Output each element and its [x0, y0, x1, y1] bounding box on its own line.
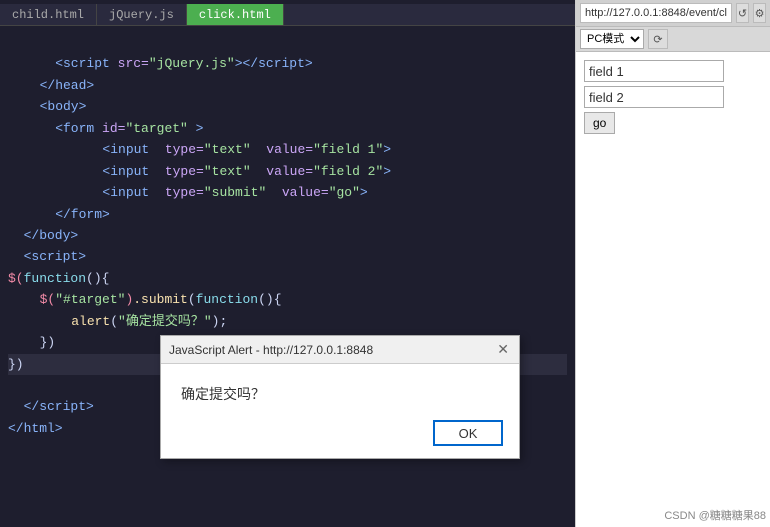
pc-mode-toolbar: PC模式 ⟳: [576, 27, 770, 52]
tab-bar: child.html jQuery.js click.html: [0, 4, 575, 26]
tab-jquery-js[interactable]: jQuery.js: [97, 4, 187, 25]
alert-titlebar: JavaScript Alert - http://127.0.0.1:8848…: [161, 336, 519, 364]
field2-input[interactable]: [584, 86, 724, 108]
alert-dialog: JavaScript Alert - http://127.0.0.1:8848…: [160, 335, 520, 459]
field1-input[interactable]: [584, 60, 724, 82]
url-toolbar: ↺ ⚙: [576, 0, 770, 27]
go-button[interactable]: go: [584, 112, 615, 134]
alert-title: JavaScript Alert - http://127.0.0.1:8848: [169, 343, 373, 357]
tab-click-html[interactable]: click.html: [187, 4, 284, 25]
watermark: CSDN @糖糖糖果88: [664, 507, 766, 523]
preview-area: go CSDN @糖糖糖果88: [576, 52, 770, 527]
alert-body: 确定提交吗？: [161, 364, 519, 420]
settings-icon[interactable]: ⚙: [753, 3, 766, 23]
alert-close-button[interactable]: ✕: [495, 341, 511, 358]
alert-message: 确定提交吗？: [181, 386, 265, 402]
refresh-icon[interactable]: ↺: [736, 3, 749, 23]
alert-ok-button[interactable]: OK: [433, 420, 503, 446]
url-input[interactable]: [580, 3, 732, 23]
tab-child-html[interactable]: child.html: [0, 4, 97, 25]
alert-footer: OK: [161, 420, 519, 458]
preview-panel: ↺ ⚙ PC模式 ⟳ go CSDN @糖糖糖果88: [575, 0, 770, 527]
rotate-icon[interactable]: ⟳: [648, 29, 668, 49]
pc-mode-select[interactable]: PC模式: [580, 29, 644, 49]
